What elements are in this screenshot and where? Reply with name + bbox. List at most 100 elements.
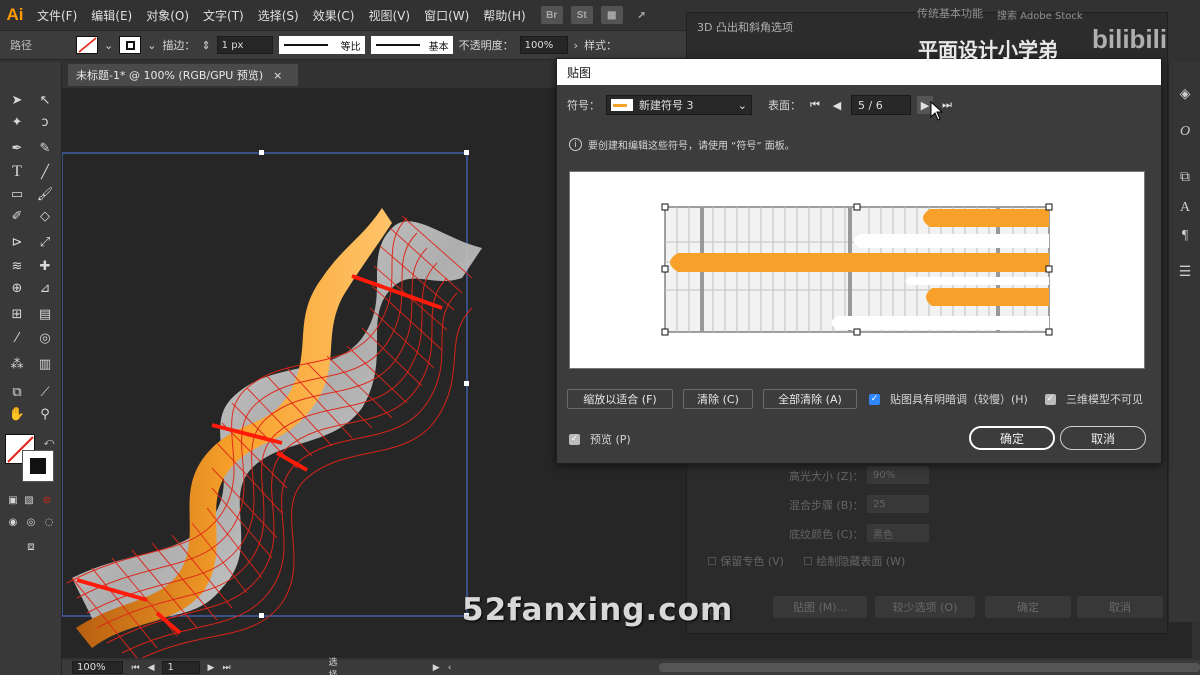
gpu-rocket-icon[interactable]: ➚ <box>631 6 653 24</box>
workspace-switcher[interactable]: 传统基本功能 <box>917 5 983 21</box>
prev-surface-icon[interactable]: ◀ <box>829 96 845 114</box>
highlight-size-input[interactable]: 90% <box>867 466 929 484</box>
reflect-tool-icon[interactable]: ⊳ <box>6 232 28 252</box>
eraser-tool-icon[interactable]: ◇ <box>34 206 56 226</box>
blend-tool-icon[interactable]: ◎ <box>34 328 56 348</box>
next-page-icon[interactable]: ▶ <box>208 663 215 673</box>
invisible-geometry-checkbox[interactable]: ✓ 三维模型不可见 <box>1045 391 1143 407</box>
map-art-button[interactable]: 贴图 (M)... <box>773 596 867 618</box>
lasso-tool-icon[interactable]: ↄ <box>34 112 56 132</box>
chevron-right-icon[interactable]: › <box>574 39 578 52</box>
eyedropper-tool-icon[interactable]: ⁄ <box>6 328 28 348</box>
scale-to-fit-button[interactable]: 缩放以适合 (F) <box>567 389 673 409</box>
zoom-tool-icon[interactable]: ⚲ <box>34 404 56 424</box>
scroll-left-icon[interactable]: ‹ <box>448 663 452 673</box>
brush-definition[interactable]: 基本 <box>370 36 453 54</box>
bridge-icon[interactable]: Br <box>540 6 563 24</box>
scale-tool-icon[interactable]: ⤢ <box>34 232 56 252</box>
arrange-documents-icon[interactable]: ▦ <box>600 6 623 24</box>
menu-effect[interactable]: 效果(C) <box>306 7 362 24</box>
opacity-input[interactable]: 100% <box>519 36 568 54</box>
ok-button[interactable]: 确定 <box>969 426 1055 450</box>
slice-tool-icon[interactable]: ⟋ <box>34 382 56 402</box>
last-page-icon[interactable]: ⏭ <box>222 663 230 673</box>
shade-artwork-checkbox[interactable]: ✓ 贴图具有明暗调（较慢）(H) <box>869 391 1028 407</box>
status-arrow-icon[interactable]: ▶ <box>433 663 440 673</box>
perspective-grid-tool-icon[interactable]: ⊿ <box>34 278 56 298</box>
shaper-tool-icon[interactable]: ✐ <box>6 206 28 226</box>
variable-width-profile[interactable]: 等比 <box>278 36 365 54</box>
artboard-tool-icon[interactable]: ⧉ <box>6 382 28 402</box>
first-surface-icon[interactable]: ⏮ <box>807 96 823 114</box>
swap-colors-icon[interactable]: ⤺ <box>38 432 60 452</box>
panel-character-icon[interactable]: A <box>1175 198 1195 218</box>
menu-help[interactable]: 帮助(H) <box>476 7 532 24</box>
selection-handle[interactable] <box>259 613 264 618</box>
draw-hidden-faces-checkbox[interactable]: ☐ 绘制隐藏表面 (W) <box>803 553 905 569</box>
direct-selection-tool-icon[interactable]: ↖ <box>34 90 56 110</box>
selection-tool-icon[interactable]: ➤ <box>6 90 28 110</box>
menu-type[interactable]: 文字(T) <box>196 7 251 24</box>
surface-preview[interactable] <box>569 171 1145 369</box>
rectangle-tool-icon[interactable]: ▭ <box>6 184 28 204</box>
artboard-number-input[interactable]: 1 <box>162 661 200 674</box>
clear-all-button[interactable]: 全部清除 (A) <box>763 389 857 409</box>
stroke-swatch[interactable] <box>119 36 142 54</box>
preview-checkbox[interactable]: ✓ 预览 (P) <box>569 431 631 447</box>
warp-tool-icon[interactable]: ≋ <box>6 256 28 276</box>
bg-cancel-button[interactable]: 取消 <box>1077 596 1163 618</box>
type-tool-icon[interactable]: T <box>6 162 28 182</box>
close-icon[interactable]: × <box>273 69 282 82</box>
selection-handle[interactable] <box>259 150 264 155</box>
panel-transparency-icon[interactable]: O <box>1175 122 1195 142</box>
panel-align-icon[interactable]: ☰ <box>1175 262 1195 282</box>
stroke-weight-input[interactable]: 1 px <box>216 36 273 54</box>
menu-file[interactable]: 文件(F) <box>30 7 84 24</box>
column-graph-tool-icon[interactable]: ▥ <box>34 354 56 374</box>
panel-paragraph-icon[interactable]: ¶ <box>1175 226 1195 246</box>
menu-object[interactable]: 对象(O) <box>139 7 196 24</box>
fill-swatch[interactable] <box>76 36 98 54</box>
line-tool-icon[interactable]: ╱ <box>34 162 56 182</box>
fewer-options-button[interactable]: 较少选项 (O) <box>875 596 975 618</box>
first-page-icon[interactable]: ⏮ <box>131 663 139 673</box>
cancel-button[interactable]: 取消 <box>1060 426 1146 450</box>
stepper-icon[interactable]: ⇕ <box>201 39 210 52</box>
stock-search-input[interactable]: 搜索 Adobe Stock <box>997 7 1083 22</box>
preserve-spot-checkbox[interactable]: ☐ 保留专色 (V) <box>707 553 784 569</box>
selection-handle[interactable] <box>464 150 469 155</box>
stock-icon[interactable]: St <box>570 6 593 24</box>
symbol-select[interactable]: 新建符号 3 ⌄ <box>606 95 752 115</box>
menu-view[interactable]: 视图(V) <box>361 7 417 24</box>
hand-tool-icon[interactable]: ✋ <box>6 404 28 424</box>
prev-page-icon[interactable]: ◀ <box>148 663 155 673</box>
document-tab[interactable]: 未标题-1* @ 100% (RGB/GPU 预览) × <box>68 64 298 86</box>
none-mode-icon[interactable]: ⊘ <box>36 490 58 510</box>
chevron-down-icon[interactable]: ⌄ <box>104 39 113 52</box>
blend-steps-input[interactable]: 25 <box>867 495 929 513</box>
symbol-sprayer-tool-icon[interactable]: ⁂ <box>6 354 28 374</box>
menu-select[interactable]: 选择(S) <box>251 7 306 24</box>
gradient-tool-icon[interactable]: ▤ <box>34 304 56 324</box>
clear-button[interactable]: 清除 (C) <box>683 389 753 409</box>
curvature-tool-icon[interactable]: ✎ <box>34 138 56 158</box>
shading-color-select[interactable]: 黑色 <box>867 524 929 542</box>
zoom-input[interactable]: 100% <box>72 661 124 674</box>
chevron-down-icon[interactable]: ⌄ <box>147 39 156 52</box>
draw-inside-icon[interactable]: ◌ <box>38 512 60 532</box>
menu-window[interactable]: 窗口(W) <box>417 7 476 24</box>
puppet-warp-tool-icon[interactable]: ✚ <box>34 256 56 276</box>
selection-handle[interactable] <box>464 381 469 386</box>
panel-layers-stack-icon[interactable]: ⧉ <box>1175 168 1195 188</box>
mesh-tool-icon[interactable]: ⊞ <box>6 304 28 324</box>
paintbrush-tool-icon[interactable]: 🖌 <box>34 184 56 204</box>
panel-layers-icon[interactable]: ◈ <box>1175 84 1195 104</box>
magic-wand-tool-icon[interactable]: ✦ <box>6 112 28 132</box>
menu-edit[interactable]: 编辑(E) <box>84 7 139 24</box>
wavy-ribbon-artwork[interactable] <box>66 208 482 659</box>
stroke-color-icon[interactable] <box>22 450 54 482</box>
pen-tool-icon[interactable]: ✒ <box>6 138 28 158</box>
shape-builder-tool-icon[interactable]: ⊕ <box>6 278 28 298</box>
bg-ok-button[interactable]: 确定 <box>985 596 1071 618</box>
horizontal-scrollbar[interactable] <box>659 663 1200 672</box>
